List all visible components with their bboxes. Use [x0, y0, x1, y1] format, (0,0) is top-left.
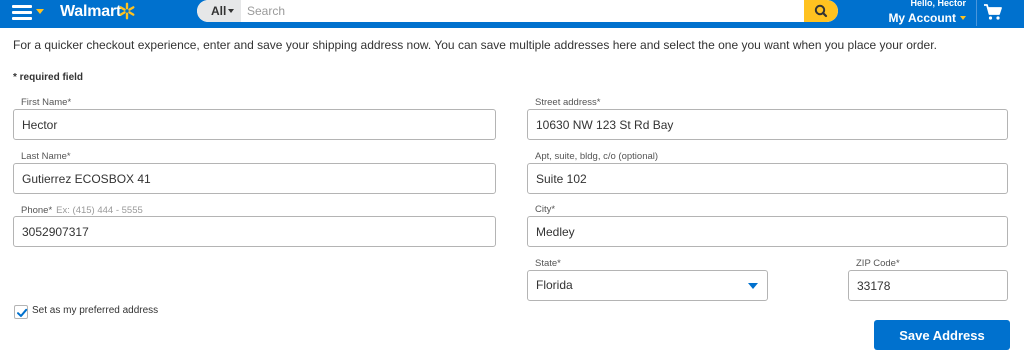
- state-value: Florida: [536, 278, 573, 292]
- cart-icon[interactable]: [983, 3, 1003, 21]
- account-label: My Account: [888, 11, 956, 25]
- apt-suite-label: Apt, suite, bldg, c/o (optional): [535, 151, 659, 162]
- chevron-down-icon: [960, 16, 966, 20]
- phone-label: Phone* Ex: (415) 444 - 5555: [21, 205, 143, 216]
- chevron-down-icon: [748, 283, 758, 289]
- first-name-label: First Name*: [21, 97, 72, 108]
- top-nav-bar: Walmart All Hello, Hector My Account: [0, 0, 1024, 28]
- walmart-spark-icon[interactable]: [118, 2, 136, 20]
- city-field[interactable]: [527, 216, 1008, 247]
- last-name-label: Last Name*: [21, 151, 71, 162]
- menu-caret-icon[interactable]: [36, 9, 44, 14]
- search-icon: [814, 4, 828, 18]
- chevron-down-icon: [228, 9, 234, 13]
- account-menu[interactable]: Hello, Hector My Account: [880, 0, 968, 28]
- first-name-field[interactable]: [13, 109, 496, 140]
- save-address-button[interactable]: Save Address: [874, 320, 1010, 350]
- required-field-note: * required field: [13, 72, 84, 83]
- state-select[interactable]: Florida: [527, 270, 768, 301]
- last-name-field[interactable]: [13, 163, 496, 194]
- walmart-logo[interactable]: Walmart: [60, 3, 121, 21]
- zip-code-field[interactable]: [848, 270, 1008, 301]
- apt-suite-field[interactable]: [527, 163, 1008, 194]
- department-select[interactable]: All: [197, 0, 241, 22]
- checkmark-icon: [17, 308, 28, 317]
- preferred-address-checkbox[interactable]: [14, 305, 28, 319]
- hamburger-menu-icon[interactable]: [12, 2, 32, 22]
- search-button[interactable]: [804, 0, 838, 22]
- intro-text: For a quicker checkout experience, enter…: [13, 38, 937, 52]
- zip-code-label: ZIP Code*: [856, 258, 900, 269]
- header-divider: [976, 0, 977, 26]
- city-label: City*: [535, 204, 556, 215]
- street-address-field[interactable]: [527, 109, 1008, 140]
- phone-hint: Ex: (415) 444 - 5555: [56, 205, 143, 216]
- state-label: State*: [535, 258, 561, 269]
- phone-field[interactable]: [13, 216, 496, 247]
- preferred-address-label: Set as my preferred address: [32, 305, 159, 316]
- search-input[interactable]: [247, 2, 787, 20]
- account-greeting: Hello, Hector: [910, 0, 966, 8]
- search-bar: All: [197, 0, 838, 22]
- street-address-label: Street address*: [535, 97, 601, 108]
- department-label: All: [211, 4, 227, 18]
- phone-label-text: Phone*: [21, 205, 53, 216]
